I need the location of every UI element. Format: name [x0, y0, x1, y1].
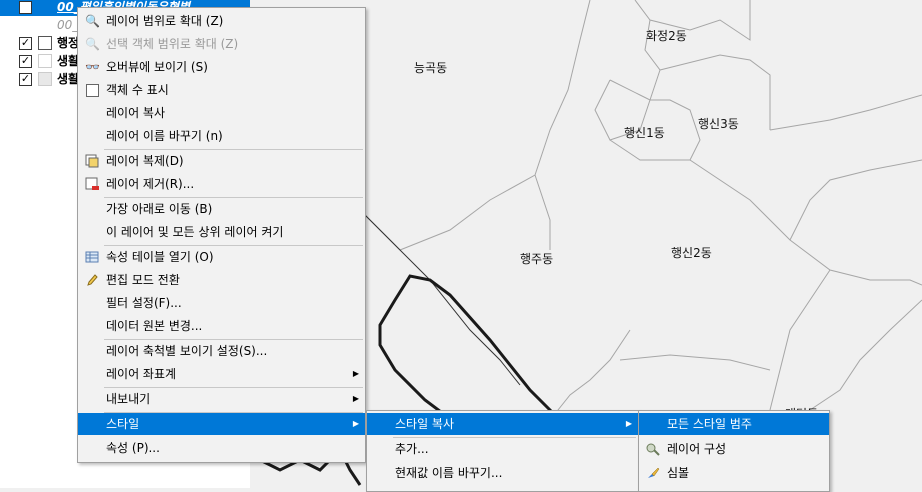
style-submenu: 스타일 복사 ▶ 추가... 현재값 이름 바꾸기...	[366, 410, 639, 492]
copy-style-submenu: 모든 스타일 범주 레이어 구성 심볼	[638, 410, 830, 492]
table-icon	[85, 250, 99, 264]
menu-item-show-overview[interactable]: 👓 오버뷰에 보이기 (S)	[78, 56, 365, 78]
menu-item-copy-style[interactable]: 스타일 복사 ▶	[367, 413, 638, 435]
layer-context-menu: 🔍 레이어 범위로 확대 (Z) 🔍 선택 객체 범위로 확대 (Z) 👓 오버…	[77, 7, 366, 463]
menu-item-zoom-selection[interactable]: 🔍 선택 객체 범위로 확대 (Z)	[78, 33, 365, 55]
menu-item-rename-style[interactable]: 현재값 이름 바꾸기...	[367, 462, 638, 484]
submenu-arrow-icon: ▶	[352, 419, 359, 428]
zoom-selection-icon: 🔍	[85, 37, 100, 51]
layer-name: 00_	[57, 18, 79, 32]
menu-item-change-source[interactable]: 데이터 원본 변경...	[78, 315, 365, 337]
layer-config-icon	[646, 442, 660, 456]
layer-checkbox[interactable]	[19, 1, 32, 14]
submenu-arrow-icon: ▶	[352, 394, 359, 403]
layer-checkbox[interactable]: ✓	[19, 55, 32, 68]
menu-item-layer-crs[interactable]: 레이어 좌표계 ▶	[78, 363, 365, 385]
menu-item-show-parents[interactable]: 이 레이어 및 모든 상위 레이어 켜기	[78, 221, 365, 243]
menu-item-duplicate-layer[interactable]: 레이어 복제(D)	[78, 150, 365, 172]
menu-item-copy-layer[interactable]: 레이어 복사	[78, 102, 365, 124]
menu-item-remove-layer[interactable]: 레이어 제거(R)...	[78, 173, 365, 195]
pencil-icon	[85, 273, 99, 287]
map-label: 능곡동	[414, 61, 448, 75]
menu-item-attribute-table[interactable]: 속성 테이블 열기 (O)	[78, 246, 365, 268]
layer-checkbox[interactable]: ✓	[19, 37, 32, 50]
menu-item-add-style[interactable]: 추가...	[367, 438, 638, 460]
layer-name: 행정	[57, 36, 80, 50]
map-label: 행주동	[520, 252, 554, 266]
menu-item-zoom-layer[interactable]: 🔍 레이어 범위로 확대 (Z)	[78, 10, 365, 32]
submenu-arrow-icon: ▶	[625, 419, 632, 428]
layer-name: 생활	[57, 72, 80, 86]
menu-item-layer-configuration[interactable]: 레이어 구성	[639, 438, 829, 460]
menu-item-styles[interactable]: 스타일 ▶	[78, 413, 365, 435]
menu-item-toggle-editing[interactable]: 편집 모드 전환	[78, 269, 365, 291]
submenu-arrow-icon: ▶	[352, 369, 359, 378]
zoom-layer-icon: 🔍	[85, 14, 100, 28]
menu-item-symbology[interactable]: 심볼	[639, 462, 829, 484]
overview-icon: 👓	[85, 60, 100, 74]
menu-item-properties[interactable]: 속성 (P)...	[78, 437, 365, 459]
menu-item-scale-visibility[interactable]: 레이어 축척별 보이기 설정(S)...	[78, 340, 365, 362]
map-label: 행신2동	[671, 246, 712, 260]
menu-item-feature-count[interactable]: 객체 수 표시	[78, 79, 365, 101]
layer-name: 생활	[57, 54, 80, 68]
map-label: 행신1동	[624, 126, 665, 140]
checkbox-icon[interactable]	[86, 84, 99, 97]
duplicate-layer-icon	[85, 154, 99, 168]
menu-item-export[interactable]: 내보내기 ▶	[78, 388, 365, 410]
layer-symbol	[38, 72, 52, 86]
symbol-icon	[646, 466, 660, 480]
map-label: 화정2동	[646, 29, 687, 43]
menu-item-filter[interactable]: 필터 설정(F)...	[78, 292, 365, 314]
layer-symbol	[38, 36, 52, 50]
menu-item-move-to-bottom[interactable]: 가장 아래로 이동 (B)	[78, 198, 365, 220]
layer-symbol	[38, 54, 52, 68]
remove-layer-icon	[85, 177, 99, 191]
menu-item-all-style-categories[interactable]: 모든 스타일 범주	[639, 413, 829, 435]
layer-checkbox[interactable]: ✓	[19, 73, 32, 86]
map-label: 행신3동	[698, 117, 739, 131]
menu-item-rename-layer[interactable]: 레이어 이름 바꾸기 (n)	[78, 125, 365, 147]
